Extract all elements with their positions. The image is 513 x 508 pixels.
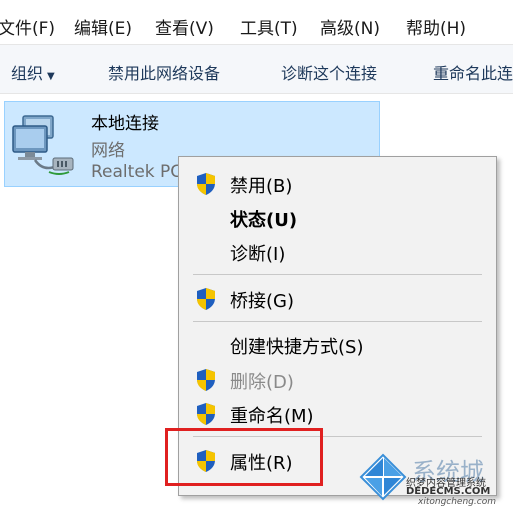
menu-item-label: 删除(D) — [230, 372, 294, 393]
menu-advanced[interactable]: 高级(N) — [320, 14, 380, 39]
caret-down-icon: ▼ — [47, 71, 55, 82]
menu-item-bridge[interactable]: 桥接(G) — [179, 281, 496, 315]
menu-edit[interactable]: 编辑(E) — [74, 14, 132, 39]
disable-device-button[interactable]: 禁用此网络设备 — [108, 60, 220, 84]
menu-item-status[interactable]: 状态(U) — [179, 200, 496, 234]
menu-item-label: 桥接(G) — [230, 291, 294, 312]
organize-button[interactable]: 组织 ▼ — [11, 60, 55, 84]
menu-item-create-shortcut[interactable]: 创建快捷方式(S) — [179, 327, 496, 361]
network-connection-icon — [12, 115, 74, 175]
watermark-line2: DEDECMS.COM — [406, 486, 491, 497]
uac-shield-icon — [197, 369, 215, 391]
rename-connection-button[interactable]: 重命名此连接 — [433, 60, 513, 84]
watermark: 系统城 织梦内容管理系统 DEDECMS.COM xitongcheng.com — [356, 450, 513, 508]
menu-bar: 文件(F) 编辑(E) 查看(V) 工具(T) 高级(N) 帮助(H) — [0, 0, 513, 44]
connection-status: 网络 — [91, 141, 125, 161]
menu-item-disable[interactable]: 禁用(B) — [179, 166, 496, 200]
menu-tools[interactable]: 工具(T) — [240, 14, 298, 39]
menu-item-diagnose[interactable]: 诊断(I) — [179, 234, 496, 268]
highlight-box — [165, 428, 323, 486]
menu-view[interactable]: 查看(V) — [155, 14, 214, 39]
menu-separator — [193, 274, 482, 275]
connection-name: 本地连接 — [91, 114, 159, 134]
menu-item-label: 重命名(M) — [230, 406, 314, 427]
menu-help[interactable]: 帮助(H) — [406, 14, 466, 39]
organize-label: 组织 — [11, 64, 44, 83]
uac-shield-icon — [197, 403, 215, 425]
menu-separator — [193, 321, 482, 322]
menu-item-label: 状态(U) — [230, 210, 298, 231]
menu-item-delete: 删除(D) — [179, 362, 496, 396]
uac-shield-icon — [197, 288, 215, 310]
menu-item-label: 诊断(I) — [230, 244, 286, 265]
watermark-line3: xitongcheng.com — [418, 497, 496, 507]
menu-file[interactable]: 文件(F) — [0, 14, 55, 39]
diagnose-connection-button[interactable]: 诊断这个连接 — [281, 60, 377, 84]
menu-item-label: 禁用(B) — [230, 176, 293, 197]
connection-device: Realtek PC — [91, 162, 183, 182]
command-bar: 组织▼ 禁用此网络设备 诊断这个连接 重命名此连接 — [0, 44, 513, 94]
menu-item-rename[interactable]: 重命名(M) — [179, 396, 496, 430]
uac-shield-icon — [197, 173, 215, 195]
menu-item-label: 创建快捷方式(S) — [230, 337, 364, 358]
watermark-logo-icon — [359, 453, 407, 501]
